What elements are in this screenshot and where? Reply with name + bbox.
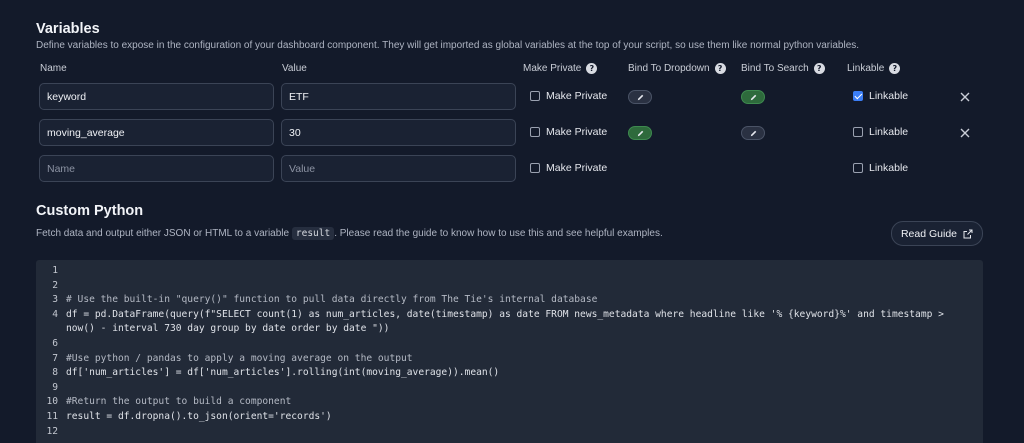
bind-dropdown-toggle[interactable] <box>628 126 652 140</box>
column-bind-dropdown-label: Bind To Dropdown <box>628 63 710 74</box>
make-private-label: Make Private <box>546 162 608 174</box>
variable-value-input[interactable] <box>281 119 516 146</box>
pencil-icon <box>750 130 756 136</box>
column-name-label: Name <box>40 63 67 74</box>
code-line: 2 <box>36 279 58 294</box>
remove-variable-button[interactable] <box>958 90 972 104</box>
help-icon[interactable]: ? <box>586 63 598 74</box>
close-icon <box>960 128 970 138</box>
checkbox-box[interactable] <box>853 91 863 101</box>
column-bind-search-header: Bind To Search? <box>741 63 825 74</box>
code-line: 9 <box>36 381 58 396</box>
linkable-label: Linkable <box>869 126 909 138</box>
variable-name-input[interactable] <box>39 83 274 110</box>
line-number: 11 <box>46 411 58 422</box>
line-number: 10 <box>46 396 58 408</box>
pencil-icon <box>637 130 643 136</box>
checkbox-box[interactable] <box>853 127 863 137</box>
code-line: 4 df = pd.DataFrame(query(f"SELECT count(… <box>36 308 944 323</box>
code-line: 8 df['num_articles'] = df['num_articles']… <box>36 366 499 381</box>
column-name-header: Name <box>40 63 67 74</box>
code-line: 6 <box>36 337 58 352</box>
make-private-label: Make Private <box>546 126 608 138</box>
new-variable-name-input[interactable] <box>39 155 274 182</box>
linkable-checkbox[interactable]: Linkable <box>853 126 908 138</box>
variables-description: Define variables to expose in the config… <box>36 40 860 51</box>
code-line: 10 #Return the output to build a componen… <box>36 395 291 410</box>
close-icon <box>960 92 970 102</box>
checkbox-box[interactable] <box>853 163 863 173</box>
line-number: 8 <box>52 367 58 379</box>
code-comment: # Use the built-in "query()" function to… <box>66 294 598 306</box>
column-linkable-header: Linkable? <box>847 63 901 74</box>
column-bind-search-label: Bind To Search <box>741 63 809 74</box>
column-bind-dropdown-header: Bind To Dropdown? <box>628 63 726 74</box>
help-icon[interactable]: ? <box>813 63 825 74</box>
code-editor[interactable]: 1 2 3 # Use the built-in "query()" functi… <box>36 260 983 443</box>
column-value-label: Value <box>282 63 307 74</box>
linkable-checkbox[interactable]: Linkable <box>853 90 908 102</box>
code-comment: #Return the output to build a component <box>66 396 292 408</box>
line-number: 1 <box>52 265 58 276</box>
line-number: 4 <box>52 308 58 320</box>
line-number: 3 <box>52 294 58 306</box>
code-line: 12 <box>36 425 58 440</box>
read-guide-button[interactable]: Read Guide <box>891 221 983 246</box>
code-comment: #Use python / pandas to apply a moving a… <box>66 352 413 364</box>
description-text: Fetch data and output either JSON or HTM… <box>36 228 290 239</box>
make-private-checkbox[interactable]: Make Private <box>530 162 607 174</box>
line-number: 7 <box>52 352 58 364</box>
line-number: 2 <box>52 279 58 291</box>
read-guide-label: Read Guide <box>900 227 958 240</box>
checkbox-box[interactable] <box>530 91 540 101</box>
make-private-checkbox[interactable]: Make Private <box>530 90 607 102</box>
external-link-icon <box>963 229 973 238</box>
new-variable-value-input[interactable] <box>281 155 516 182</box>
line-number: 12 <box>46 425 58 437</box>
column-linkable-label: Linkable <box>847 63 885 74</box>
result-code-chip: result <box>291 227 335 240</box>
pencil-icon <box>637 94 643 100</box>
code-line: 11 result = df.dropna().to_json(orient='r… <box>36 410 331 425</box>
variables-title: Variables <box>36 21 100 37</box>
make-private-checkbox[interactable]: Make Private <box>530 126 607 138</box>
description-text: . Please read the guide to know how to u… <box>334 228 663 239</box>
code-text: df = pd.DataFrame(query(f"SELECT count(1… <box>66 308 944 320</box>
code-line: now() - interval 730 day group by date o… <box>36 322 389 337</box>
make-private-label: Make Private <box>546 90 608 102</box>
pencil-icon <box>750 94 756 100</box>
custom-python-title: Custom Python <box>36 203 144 219</box>
bind-search-toggle[interactable] <box>741 126 765 140</box>
code-text: now() - interval 730 day group by date o… <box>66 323 390 335</box>
code-line: 1 <box>36 264 58 279</box>
linkable-label: Linkable <box>869 162 909 174</box>
remove-variable-button[interactable] <box>958 126 972 140</box>
code-text: df['num_articles'] = df['num_articles'].… <box>66 367 500 379</box>
bind-search-toggle[interactable] <box>741 90 765 104</box>
bind-dropdown-toggle[interactable] <box>628 90 652 104</box>
checkbox-box[interactable] <box>530 163 540 173</box>
column-make-private-label: Make Private <box>523 63 582 74</box>
linkable-checkbox[interactable]: Linkable <box>853 162 908 174</box>
line-number: 9 <box>52 381 58 393</box>
variable-name-input[interactable] <box>39 119 274 146</box>
column-make-private-header: Make Private? <box>523 63 598 74</box>
checkbox-box[interactable] <box>530 127 540 137</box>
help-icon[interactable]: ? <box>889 63 901 74</box>
help-icon[interactable]: ? <box>714 63 726 74</box>
column-value-header: Value <box>282 63 307 74</box>
linkable-label: Linkable <box>869 90 909 102</box>
custom-python-description: Fetch data and output either JSON or HTM… <box>36 227 663 240</box>
code-line: 3 # Use the built-in "query()" function t… <box>36 293 597 308</box>
line-number: 6 <box>52 338 58 349</box>
code-line: 7 #Use python / pandas to apply a moving … <box>36 352 412 367</box>
code-text: result = df.dropna().to_json(orient='rec… <box>66 411 332 422</box>
variable-value-input[interactable] <box>281 83 516 110</box>
